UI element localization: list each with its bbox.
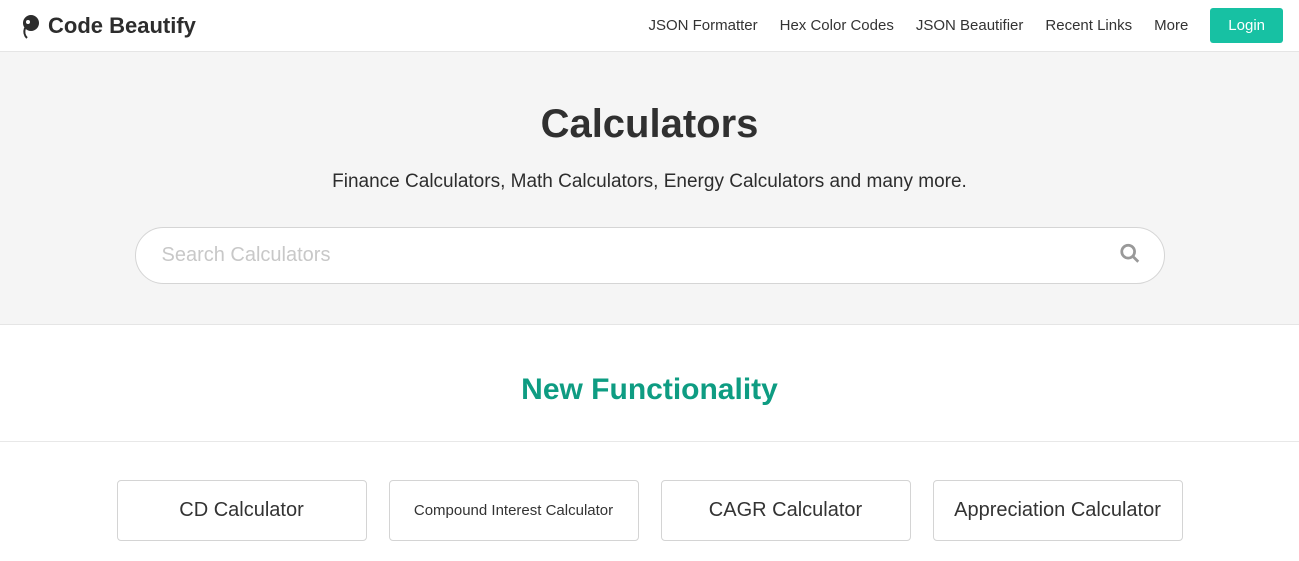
section-title: New Functionality bbox=[0, 373, 1299, 407]
search-input[interactable] bbox=[135, 227, 1165, 284]
nav-link-json-beautifier[interactable]: JSON Beautifier bbox=[916, 17, 1024, 34]
card-cagr-calculator[interactable]: CAGR Calculator bbox=[661, 480, 911, 541]
logo[interactable]: Code Beautify bbox=[16, 12, 196, 40]
card-compound-interest-calculator[interactable]: Compound Interest Calculator bbox=[389, 480, 639, 541]
card-appreciation-calculator[interactable]: Appreciation Calculator bbox=[933, 480, 1183, 541]
card-row: CD Calculator Compound Interest Calculat… bbox=[0, 480, 1299, 541]
nav: JSON Formatter Hex Color Codes JSON Beau… bbox=[648, 8, 1283, 43]
logo-icon bbox=[16, 12, 44, 40]
page-title: Calculators bbox=[0, 102, 1299, 147]
new-functionality-section: New Functionality CD Calculator Compound… bbox=[0, 325, 1299, 561]
logo-text: Code Beautify bbox=[48, 13, 196, 39]
search-wrap bbox=[75, 227, 1225, 284]
nav-link-recent-links[interactable]: Recent Links bbox=[1045, 17, 1132, 34]
nav-link-json-formatter[interactable]: JSON Formatter bbox=[648, 17, 757, 34]
nav-link-more[interactable]: More bbox=[1154, 17, 1188, 34]
card-cd-calculator[interactable]: CD Calculator bbox=[117, 480, 367, 541]
nav-link-hex-color-codes[interactable]: Hex Color Codes bbox=[780, 17, 894, 34]
hero-section: Calculators Finance Calculators, Math Ca… bbox=[0, 52, 1299, 325]
login-button[interactable]: Login bbox=[1210, 8, 1283, 43]
header: Code Beautify JSON Formatter Hex Color C… bbox=[0, 0, 1299, 52]
page-subtitle: Finance Calculators, Math Calculators, E… bbox=[0, 171, 1299, 193]
divider bbox=[0, 441, 1299, 442]
